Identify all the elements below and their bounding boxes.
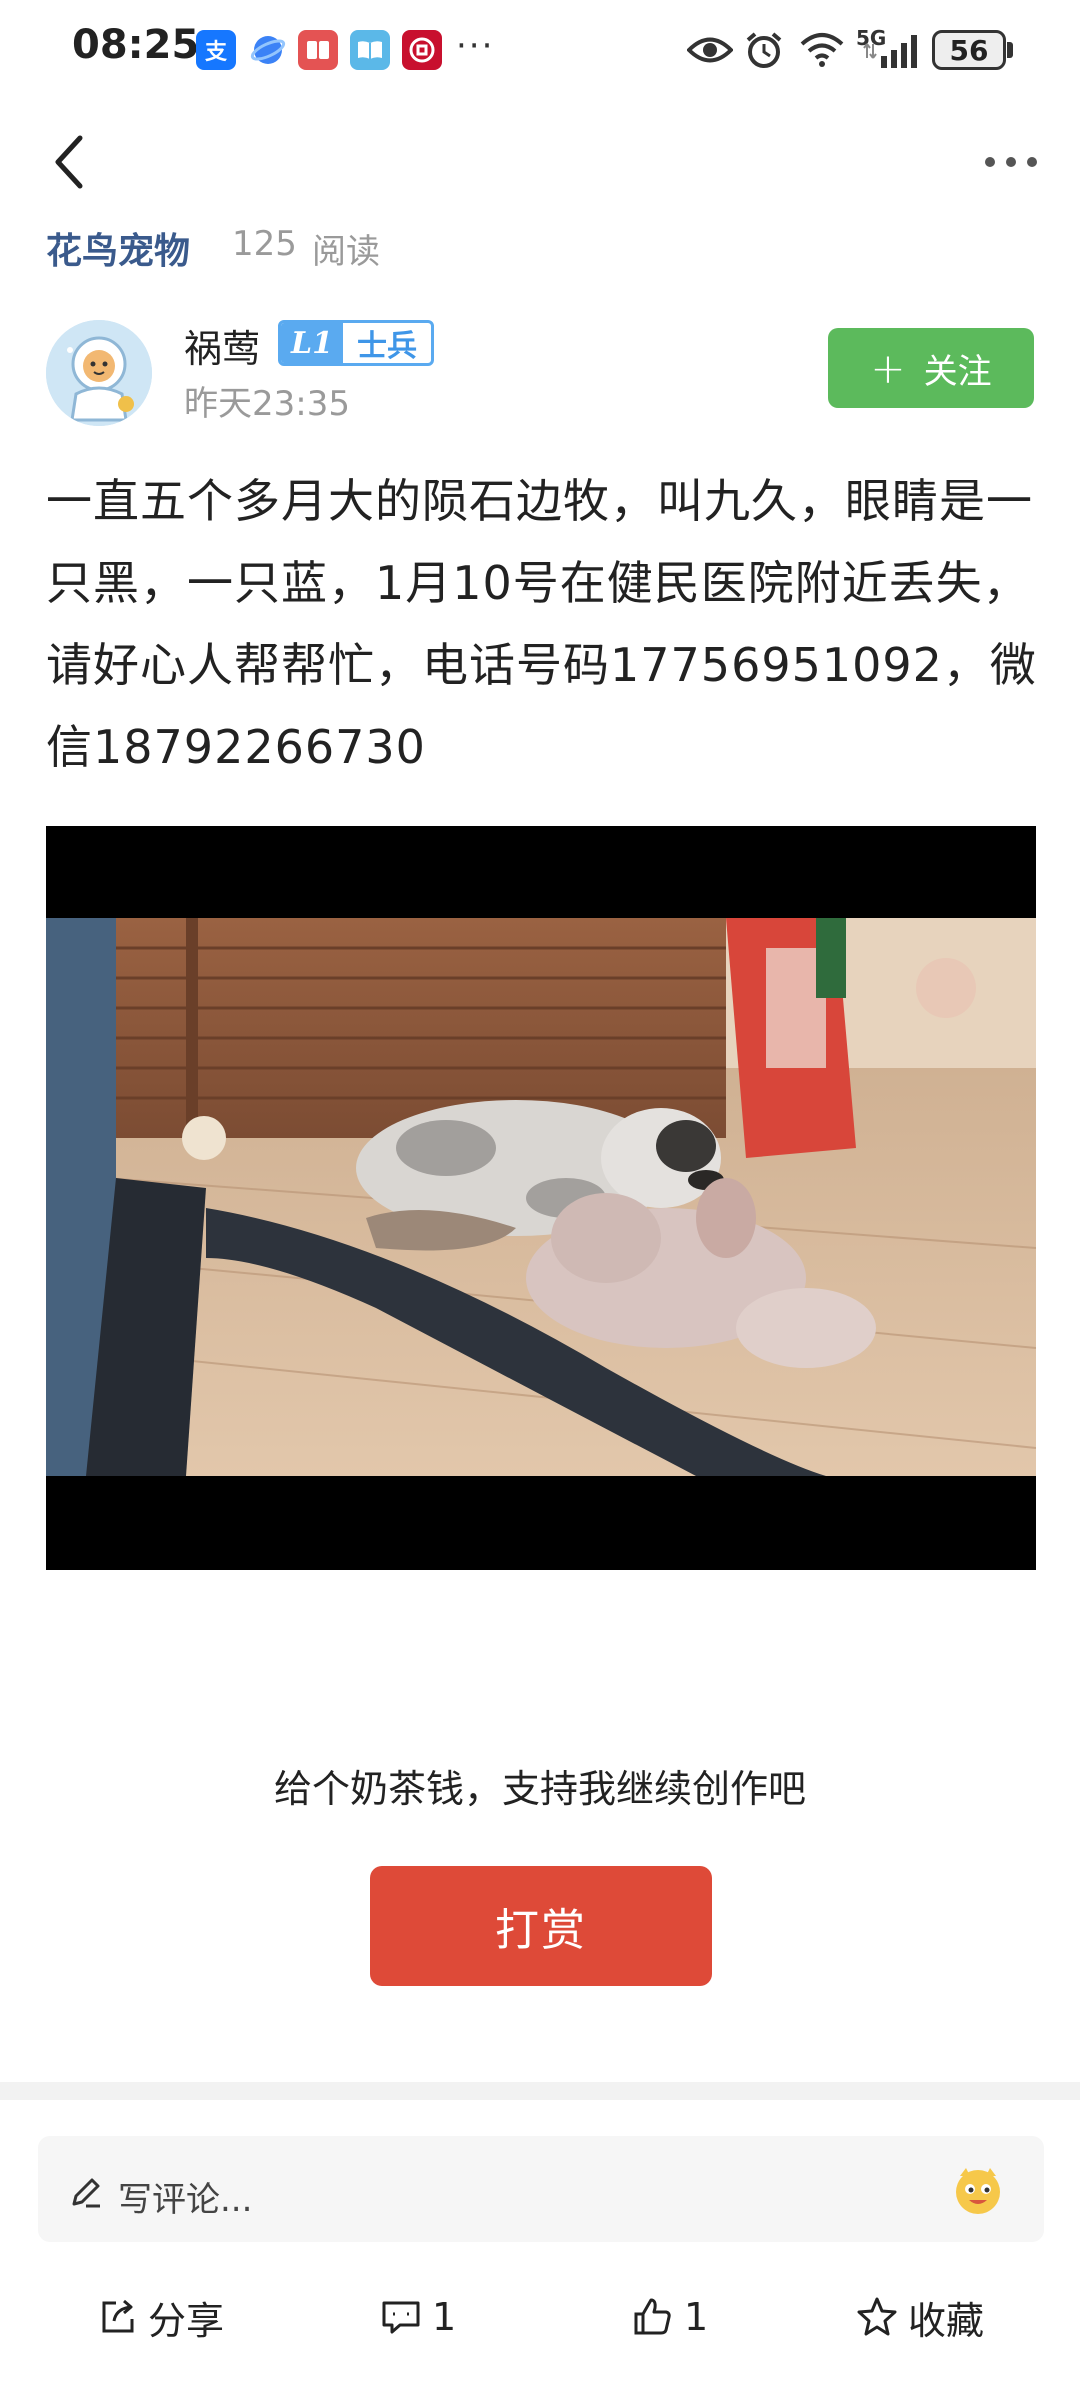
favorite-button[interactable]: 收藏	[856, 2282, 984, 2352]
thumbs-up-icon	[634, 2298, 671, 2335]
more-dots-icon	[985, 157, 1037, 167]
eye-icon	[686, 28, 734, 72]
bank-icon	[402, 30, 442, 70]
back-button[interactable]	[38, 130, 102, 194]
comment-count: 1	[432, 2295, 457, 2339]
like-button[interactable]: 1	[632, 2282, 708, 2352]
alarm-icon	[742, 28, 786, 72]
share-icon	[102, 2299, 134, 2333]
pencil-icon	[68, 2174, 104, 2214]
book-icon	[350, 30, 390, 70]
star-icon	[857, 2297, 897, 2336]
share-label: 分享	[148, 2298, 225, 2343]
comment-placeholder: 写评论...	[118, 2180, 253, 2220]
like-count: 1	[684, 2295, 709, 2339]
battery-indicator: 56	[932, 30, 1006, 70]
post-body-text: 一直五个多月大的陨石边牧，叫九久，眼睛是一只黑，一只蓝，1月10号在健民医院附近…	[46, 474, 1037, 774]
video-player[interactable]	[46, 826, 1036, 1570]
alipay-icon: 支	[196, 30, 236, 70]
reward-prompt: 给个奶茶钱，支持我继续创作吧	[273, 1767, 806, 1811]
status-overflow: ···	[456, 26, 495, 66]
follow-label: 关注	[923, 351, 992, 392]
video-frame	[46, 918, 1036, 1476]
astronaut-avatar-icon	[46, 320, 152, 426]
more-options-button[interactable]	[976, 130, 1046, 194]
level-number: L1	[281, 323, 343, 363]
comment-icon	[382, 2301, 420, 2334]
follow-button[interactable]: + 关注	[828, 328, 1034, 408]
emoji-icon	[956, 2168, 1000, 2214]
status-time: 08:25	[72, 22, 200, 68]
reader-icon	[298, 30, 338, 70]
signal-icon	[862, 28, 924, 72]
reward-button[interactable]: 打赏	[370, 1866, 712, 1986]
level-rank: 士兵	[356, 329, 417, 364]
dog-on-floor-image	[46, 918, 1036, 1476]
post-time: 昨天23:35	[184, 384, 350, 424]
author-name[interactable]: 祸莺	[184, 318, 260, 373]
read-unit: 阅读	[312, 232, 380, 272]
status-bar: 08:25 支 ··· 5G 56	[0, 0, 1080, 100]
browser-icon	[248, 30, 288, 70]
back-arrow-icon	[55, 135, 83, 189]
emoji-button[interactable]	[950, 2162, 1006, 2222]
read-count: 125	[232, 224, 297, 264]
wifi-icon	[798, 28, 846, 72]
section-divider	[0, 2082, 1080, 2100]
level-badge: L1 士兵	[278, 320, 434, 366]
share-button[interactable]: 分享	[98, 2282, 224, 2352]
author-avatar[interactable]	[46, 320, 152, 426]
plus-icon: +	[870, 343, 906, 393]
category-link[interactable]: 花鸟宠物	[46, 222, 190, 274]
comment-count-button[interactable]: 1	[380, 2282, 456, 2352]
favorite-label: 收藏	[908, 2298, 985, 2343]
battery-tip	[1007, 42, 1013, 58]
